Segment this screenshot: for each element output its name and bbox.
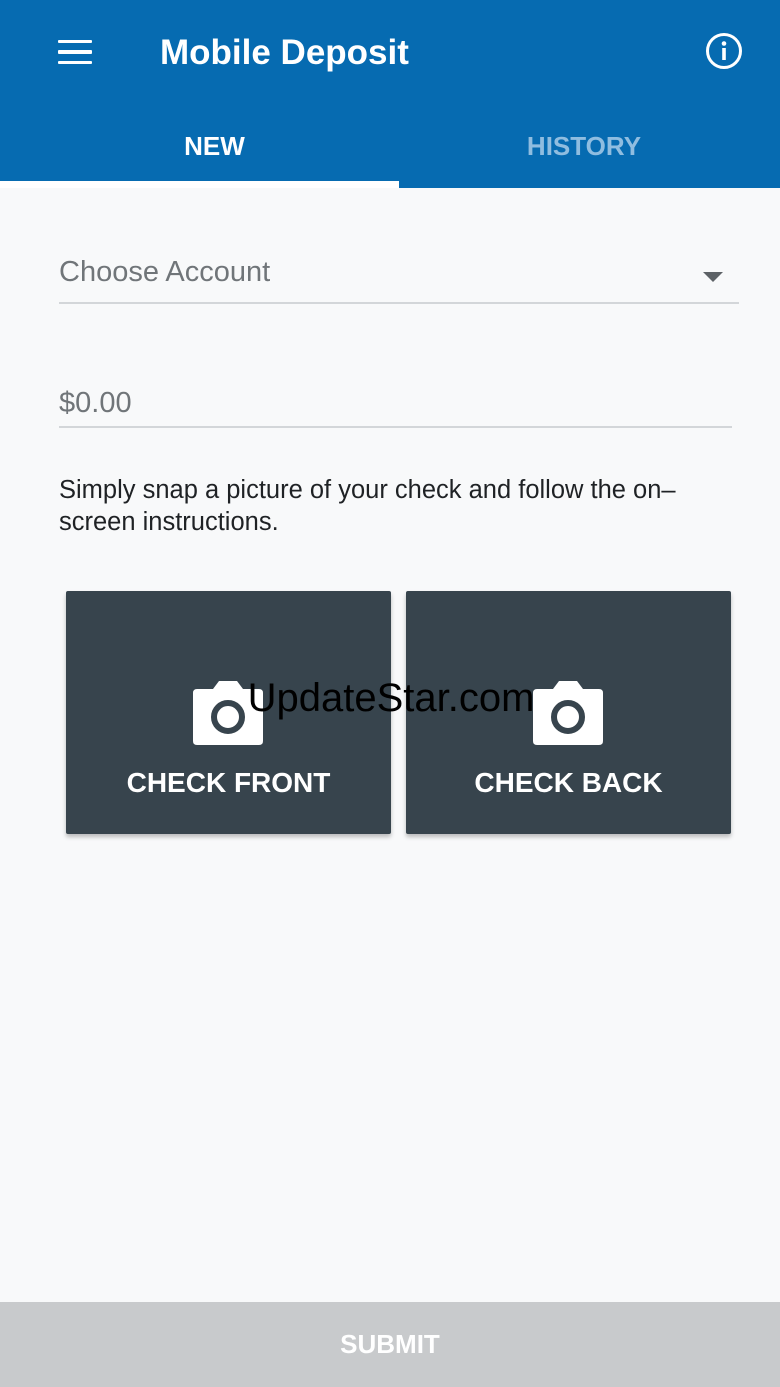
instructions-text: Simply snap a picture of your check and … [59, 476, 676, 536]
dropdown-arrow-icon [703, 272, 723, 282]
check-back-button[interactable]: CHECK BACK [406, 591, 731, 834]
page-title: Mobile Deposit [160, 33, 409, 72]
camera-icon [533, 681, 603, 745]
check-front-button[interactable]: CHECK FRONT [66, 591, 391, 834]
tab-history[interactable]: HISTORY [399, 108, 769, 184]
info-icon[interactable] [704, 31, 744, 71]
choose-account-dropdown[interactable]: Choose Account [59, 252, 739, 304]
active-tab-indicator [0, 181, 399, 188]
hamburger-menu-icon[interactable] [58, 30, 102, 74]
amount-input[interactable] [59, 380, 732, 428]
check-front-label: CHECK FRONT [126, 767, 331, 798]
tab-new[interactable]: NEW [30, 108, 399, 184]
choose-account-placeholder: Choose Account [59, 256, 271, 288]
app-bar: Mobile Deposit NEW HISTORY [0, 0, 780, 188]
check-back-label: CHECK BACK [474, 767, 663, 798]
camera-icon [193, 681, 263, 745]
submit-button[interactable]: SUBMIT [0, 1302, 780, 1387]
